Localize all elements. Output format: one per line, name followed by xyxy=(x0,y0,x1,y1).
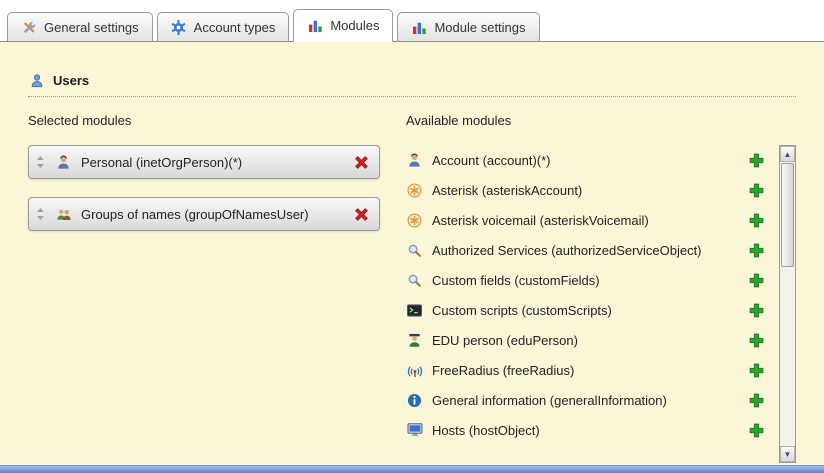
asterisk-icon xyxy=(406,182,423,199)
chart-icon xyxy=(307,18,323,34)
edu-person-icon xyxy=(406,332,423,349)
bottom-accent-bar xyxy=(0,465,824,473)
selected-module-row: Groups of names (groupOfNamesUser) xyxy=(28,197,380,231)
magnifier-icon xyxy=(406,272,423,289)
available-module-row: EDU person (eduPerson) xyxy=(406,325,765,355)
lam-configuration-page: General settings Account types xyxy=(0,0,824,473)
add-module-button[interactable] xyxy=(747,301,765,319)
available-module-label: Asterisk (asteriskAccount) xyxy=(432,183,738,198)
users-section-header: Users xyxy=(28,72,796,97)
add-module-button[interactable] xyxy=(747,181,765,199)
person-icon xyxy=(406,152,423,169)
available-module-label: General information (generalInformation) xyxy=(432,393,738,408)
available-module-row: Asterisk (asteriskAccount) xyxy=(406,175,765,205)
info-icon xyxy=(406,392,423,409)
available-module-row: Custom scripts (customScripts) xyxy=(406,295,765,325)
tab-label: Module settings xyxy=(434,20,525,35)
modules-tab-content: Users Selected modules xyxy=(0,42,824,463)
user-icon xyxy=(28,72,45,89)
available-module-label: Authorized Services (authorizedServiceOb… xyxy=(432,243,738,258)
add-module-button[interactable] xyxy=(747,151,765,169)
tab-label: Account types xyxy=(194,20,276,35)
tools-icon xyxy=(21,19,37,35)
add-module-button[interactable] xyxy=(747,331,765,349)
available-module-row: Authorized Services (authorizedServiceOb… xyxy=(406,235,765,265)
scrollbar-thumb[interactable] xyxy=(781,163,794,267)
selected-modules-column: Selected modules xyxy=(28,113,380,463)
available-module-row: Asterisk voicemail (asteriskVoicemail) xyxy=(406,205,765,235)
remove-module-button[interactable] xyxy=(352,153,370,171)
reorder-handle-icon[interactable] xyxy=(35,205,46,223)
add-module-button[interactable] xyxy=(747,421,765,439)
available-modules-scrollbar[interactable]: ▲ ▼ xyxy=(779,145,796,463)
tab-label: Modules xyxy=(330,18,379,33)
scroll-up-button[interactable]: ▲ xyxy=(780,146,795,162)
reorder-handle-icon[interactable] xyxy=(35,153,46,171)
antenna-icon xyxy=(406,362,423,379)
available-modules-column: Available modules Account (acc xyxy=(406,113,796,463)
selected-module-label: Personal (inetOrgPerson)(*) xyxy=(81,155,343,170)
magnifier-icon xyxy=(406,242,423,259)
tab-account-types[interactable]: Account types xyxy=(157,12,290,41)
add-module-button[interactable] xyxy=(747,391,765,409)
scroll-down-button[interactable]: ▼ xyxy=(780,446,795,462)
selected-module-label: Groups of names (groupOfNamesUser) xyxy=(81,207,343,222)
group-icon xyxy=(55,206,72,223)
add-module-button[interactable] xyxy=(747,211,765,229)
person-icon xyxy=(55,154,72,171)
available-module-label: EDU person (eduPerson) xyxy=(432,333,738,348)
monitor-icon xyxy=(406,422,423,439)
available-module-label: Account (account)(*) xyxy=(432,153,738,168)
section-title: Users xyxy=(53,73,89,88)
gear-icon xyxy=(171,19,187,35)
available-module-row: Custom fields (customFields) xyxy=(406,265,765,295)
remove-module-button[interactable] xyxy=(352,205,370,223)
available-module-label: Asterisk voicemail (asteriskVoicemail) xyxy=(432,213,738,228)
tab-modules[interactable]: Modules xyxy=(293,9,393,42)
selected-modules-heading: Selected modules xyxy=(28,113,380,129)
available-module-row: FreeRadius (freeRadius) xyxy=(406,355,765,385)
available-module-label: Hosts (hostObject) xyxy=(432,423,738,438)
available-module-label: Custom fields (customFields) xyxy=(432,273,738,288)
tab-label: General settings xyxy=(44,20,139,35)
asterisk-icon xyxy=(406,212,423,229)
add-module-button[interactable] xyxy=(747,271,765,289)
available-modules-list: Account (account)(*) xyxy=(406,145,779,445)
chart-icon xyxy=(411,19,427,35)
available-module-row: General information (generalInformation) xyxy=(406,385,765,415)
available-module-row: Account (account)(*) xyxy=(406,145,765,175)
available-module-label: Custom scripts (customScripts) xyxy=(432,303,738,318)
available-modules-heading: Available modules xyxy=(406,113,796,129)
selected-module-row: Personal (inetOrgPerson)(*) xyxy=(28,145,380,179)
available-module-label: FreeRadius (freeRadius) xyxy=(432,363,738,378)
scrollbar-track[interactable] xyxy=(780,162,795,446)
tab-bar: General settings Account types xyxy=(0,0,824,42)
tab-general-settings[interactable]: General settings xyxy=(7,12,153,41)
tab-module-settings[interactable]: Module settings xyxy=(397,12,539,41)
add-module-button[interactable] xyxy=(747,361,765,379)
add-module-button[interactable] xyxy=(747,241,765,259)
available-module-row: Hosts (hostObject) xyxy=(406,415,765,445)
terminal-icon xyxy=(406,302,423,319)
